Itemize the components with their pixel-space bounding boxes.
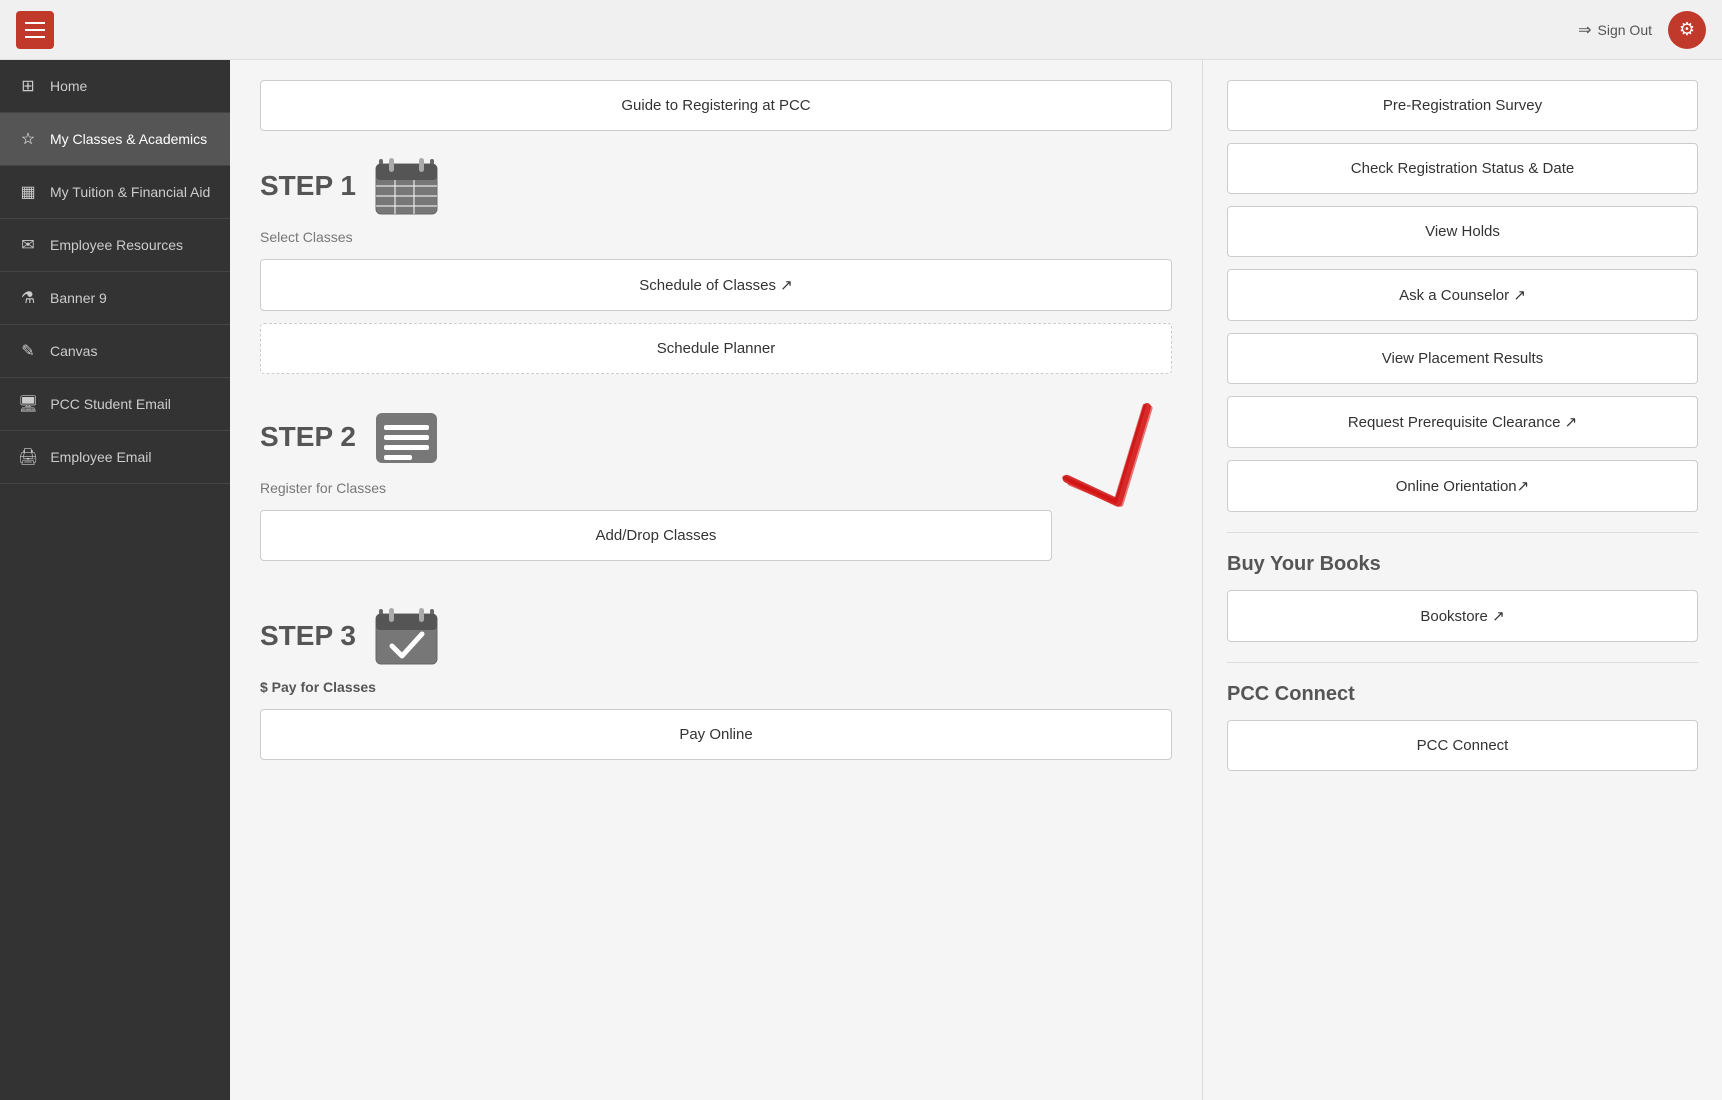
bookstore-button[interactable]: Bookstore ↗: [1227, 590, 1698, 642]
step3-container: STEP 3 $ Pay fo: [260, 601, 1172, 760]
step3-header: STEP 3: [260, 601, 1172, 671]
guide-button[interactable]: Guide to Registering at PCC: [260, 80, 1172, 131]
sidebar-item-banner9[interactable]: ⚗ Banner 9: [0, 272, 230, 325]
step1-description: Select Classes: [260, 229, 1172, 245]
edit-icon: ✎: [18, 341, 38, 361]
step3-label: STEP 3: [260, 620, 356, 652]
step2-container: STEP 2: [260, 402, 1172, 573]
step2-header: STEP 2: [260, 402, 1052, 472]
mail-icon: ✉: [18, 235, 38, 255]
printer-icon: 🖨: [18, 447, 38, 467]
step3-description: $ Pay for Classes: [260, 679, 1172, 695]
hamburger-line2: [25, 29, 45, 31]
schedule-classes-label: Schedule of Classes ↗: [639, 277, 792, 294]
schedule-planner-label: Schedule Planner: [657, 340, 775, 357]
sidebar-label-canvas: Canvas: [50, 343, 97, 359]
step2-label: STEP 2: [260, 421, 356, 453]
add-drop-label: Add/Drop Classes: [596, 527, 717, 544]
pay-online-button[interactable]: Pay Online: [260, 709, 1172, 760]
online-orientation-label: Online Orientation↗: [1396, 478, 1529, 495]
schedule-planner-button[interactable]: Schedule Planner: [260, 323, 1172, 374]
bookstore-label: Bookstore ↗: [1420, 608, 1504, 625]
calendar-icon: [372, 151, 442, 221]
main-content: Guide to Registering at PCC STEP 1: [230, 60, 1722, 1100]
pay-online-label: Pay Online: [679, 726, 752, 743]
divider-2: [1227, 662, 1698, 663]
check-reg-status-label: Check Registration Status & Date: [1351, 160, 1574, 177]
view-placement-label: View Placement Results: [1382, 350, 1543, 367]
sidebar-label-home: Home: [50, 78, 87, 94]
sidebar-item-tuition[interactable]: ▦ My Tuition & Financial Aid: [0, 166, 230, 219]
check-reg-status-button[interactable]: Check Registration Status & Date: [1227, 143, 1698, 194]
red-checkmark-decoration: [1052, 392, 1172, 527]
schedule-classes-button[interactable]: Schedule of Classes ↗: [260, 259, 1172, 311]
sidebar-label-my-classes: My Classes & Academics: [50, 131, 207, 147]
gear-button[interactable]: ⚙: [1668, 11, 1706, 49]
buy-books-title: Buy Your Books: [1227, 553, 1698, 576]
header-left: [16, 11, 54, 49]
header-right: ⇒ Sign Out ⚙: [1578, 11, 1706, 49]
add-drop-button[interactable]: Add/Drop Classes: [260, 510, 1052, 561]
gear-icon: ⚙: [1679, 19, 1695, 40]
sign-out-icon: ⇒: [1578, 20, 1591, 40]
view-holds-label: View Holds: [1425, 223, 1500, 240]
req-prereq-button[interactable]: Request Prerequisite Clearance ↗: [1227, 396, 1698, 448]
layout: ⊞ Home ☆ My Classes & Academics ▦ My Tui…: [0, 60, 1722, 1100]
header: ⇒ Sign Out ⚙: [0, 0, 1722, 60]
right-panel: Pre-Registration Survey Check Registrati…: [1202, 60, 1722, 1100]
sidebar-item-employee-email[interactable]: 🖨 Employee Email: [0, 431, 230, 484]
divider-1: [1227, 532, 1698, 533]
view-placement-button[interactable]: View Placement Results: [1227, 333, 1698, 384]
sidebar-label-pcc-email: PCC Student Email: [50, 396, 171, 412]
step1-header: STEP 1: [260, 151, 1172, 221]
list-icon: [372, 402, 442, 472]
pre-reg-survey-label: Pre-Registration Survey: [1383, 97, 1542, 114]
pcc-connect-label: PCC Connect: [1417, 737, 1509, 754]
pcc-connect-title: PCC Connect: [1227, 683, 1698, 706]
star-icon: ☆: [18, 129, 38, 149]
sign-out-button[interactable]: ⇒ Sign Out: [1578, 20, 1652, 40]
step1-container: STEP 1: [260, 151, 1172, 374]
online-orientation-button[interactable]: Online Orientation↗: [1227, 460, 1698, 512]
view-holds-button[interactable]: View Holds: [1227, 206, 1698, 257]
req-prereq-label: Request Prerequisite Clearance ↗: [1348, 414, 1577, 431]
checkmark-calendar-icon: [372, 601, 442, 671]
left-panel: Guide to Registering at PCC STEP 1: [230, 60, 1202, 1100]
home-icon: ⊞: [18, 76, 38, 96]
pcc-connect-button[interactable]: PCC Connect: [1227, 720, 1698, 771]
sidebar-item-home[interactable]: ⊞ Home: [0, 60, 230, 113]
monitor-icon: 🖥: [18, 394, 38, 414]
sign-out-label: Sign Out: [1598, 22, 1652, 38]
sidebar-label-employee-resources: Employee Resources: [50, 237, 183, 253]
sidebar: ⊞ Home ☆ My Classes & Academics ▦ My Tui…: [0, 60, 230, 1100]
hamburger-line3: [25, 36, 45, 38]
sidebar-label-banner9: Banner 9: [50, 290, 107, 306]
ask-counselor-button[interactable]: Ask a Counselor ↗: [1227, 269, 1698, 321]
pre-reg-survey-button[interactable]: Pre-Registration Survey: [1227, 80, 1698, 131]
flask-icon: ⚗: [18, 288, 38, 308]
hamburger-line1: [25, 22, 45, 24]
sidebar-item-my-classes[interactable]: ☆ My Classes & Academics: [0, 113, 230, 166]
ask-counselor-label: Ask a Counselor ↗: [1399, 287, 1526, 304]
sidebar-label-employee-email: Employee Email: [50, 449, 151, 465]
step2-description: Register for Classes: [260, 480, 1052, 496]
sidebar-item-pcc-email[interactable]: 🖥 PCC Student Email: [0, 378, 230, 431]
guide-button-label: Guide to Registering at PCC: [621, 97, 810, 114]
hamburger-button[interactable]: [16, 11, 54, 49]
sidebar-label-tuition: My Tuition & Financial Aid: [50, 184, 210, 200]
step1-label: STEP 1: [260, 170, 356, 202]
step2-row: STEP 2: [260, 402, 1172, 573]
sidebar-item-employee-resources[interactable]: ✉ Employee Resources: [0, 219, 230, 272]
chart-icon: ▦: [18, 182, 38, 202]
sidebar-item-canvas[interactable]: ✎ Canvas: [0, 325, 230, 378]
